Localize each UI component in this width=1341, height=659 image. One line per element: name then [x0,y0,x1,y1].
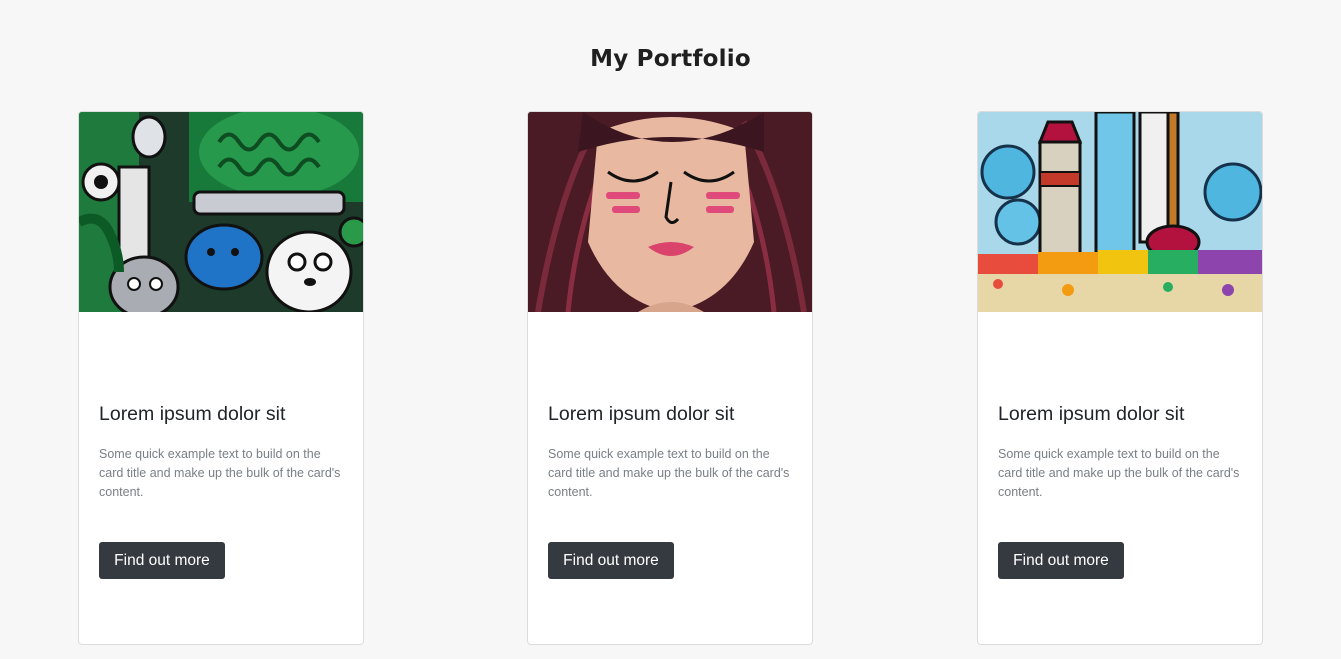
portfolio-card: Lorem ipsum dolor sit Some quick example… [527,111,813,645]
card-title: Lorem ipsum dolor sit [99,402,286,425]
find-out-more-button[interactable]: Find out more [99,542,225,579]
card-text: Some quick example text to build on the … [548,446,790,499]
find-out-more-button[interactable]: Find out more [998,542,1124,579]
card-image-doodle [79,112,363,312]
find-out-more-button[interactable]: Find out more [548,542,674,579]
card-title: Lorem ipsum dolor sit [548,402,735,425]
portfolio-card: Lorem ipsum dolor sit Some quick example… [977,111,1263,645]
card-image-girl [528,112,812,312]
card-image-art-supplies [978,112,1262,312]
portfolio-card: Lorem ipsum dolor sit Some quick example… [78,111,364,645]
card-title: Lorem ipsum dolor sit [998,402,1185,425]
page-title: My Portfolio [590,46,751,73]
card-text: Some quick example text to build on the … [99,446,341,499]
card-text: Some quick example text to build on the … [998,446,1240,499]
